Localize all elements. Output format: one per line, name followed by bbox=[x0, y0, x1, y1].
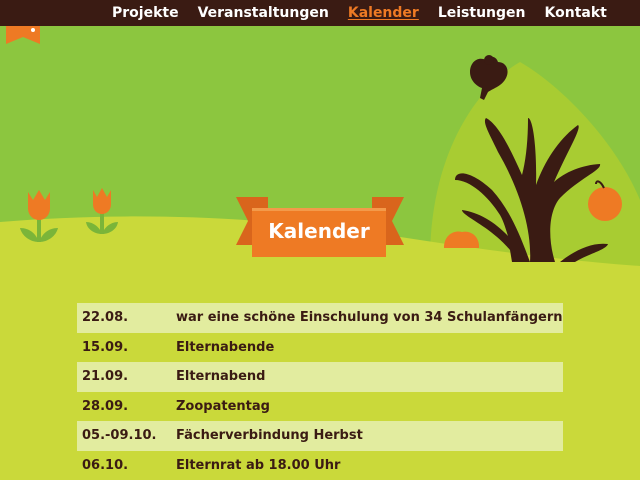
calendar-row: 28.09. Zoopatentag bbox=[77, 392, 563, 422]
calendar-date: 15.09. bbox=[82, 339, 129, 355]
orange-fruit bbox=[588, 187, 622, 221]
calendar-row: 06.10. Elternrat ab 18.00 Uhr bbox=[77, 451, 563, 480]
calendar-event: Fächerverbindung Herbst bbox=[176, 428, 363, 444]
nav-item-kontakt[interactable]: Kontakt bbox=[545, 0, 607, 26]
calendar-date: 22.08. bbox=[82, 310, 129, 326]
calendar-event: war eine schöne Einschulung von 34 Schul… bbox=[176, 310, 563, 326]
calendar-date: 05.-09.10. bbox=[82, 428, 157, 444]
nav-item-projekte[interactable]: Projekte bbox=[112, 0, 179, 26]
top-navigation-bar: Projekte Veranstaltungen Kalender Leistu… bbox=[0, 0, 640, 26]
nav-item-veranstaltungen[interactable]: Veranstaltungen bbox=[198, 0, 329, 26]
calendar-date: 21.09. bbox=[82, 369, 129, 385]
calendar-event: Elternabend bbox=[176, 369, 266, 385]
calendar-row: 05.-09.10. Fächerverbindung Herbst bbox=[77, 421, 563, 451]
calendar-date: 28.09. bbox=[82, 398, 129, 414]
calendar-event: Zoopatentag bbox=[176, 398, 270, 414]
calendar-table: 22.08. war eine schöne Einschulung von 3… bbox=[77, 303, 563, 480]
calendar-event: Elternabende bbox=[176, 339, 275, 355]
calendar-row: 21.09. Elternabend bbox=[77, 362, 563, 392]
nav-item-kalender[interactable]: Kalender bbox=[348, 0, 419, 26]
calendar-row: 15.09. Elternabende bbox=[77, 333, 563, 363]
calendar-date: 06.10. bbox=[82, 457, 129, 473]
nav-menu: Projekte Veranstaltungen Kalender Leistu… bbox=[112, 0, 607, 26]
calendar-row: 22.08. war eine schöne Einschulung von 3… bbox=[77, 303, 563, 333]
calendar-event: Elternrat ab 18.00 Uhr bbox=[176, 457, 341, 473]
page-title: Kalender bbox=[268, 219, 370, 243]
nav-item-leistungen[interactable]: Leistungen bbox=[438, 0, 526, 26]
